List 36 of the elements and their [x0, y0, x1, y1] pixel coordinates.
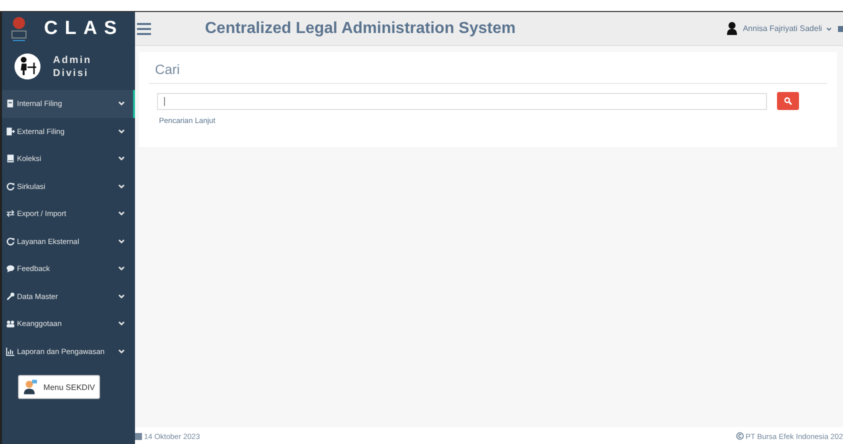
calendar-icon	[135, 432, 142, 440]
chevron-down-icon	[118, 321, 125, 326]
user-at-desk-icon	[14, 53, 41, 80]
user-role: Admin Divisi	[53, 54, 93, 80]
group-icon	[6, 319, 15, 328]
chevron-down-icon	[118, 238, 125, 244]
chevron-down-icon	[118, 184, 125, 189]
search-field[interactable]	[157, 92, 767, 110]
chevron-down-icon	[118, 294, 125, 299]
chart-icon	[6, 346, 15, 356]
refresh-icon	[6, 236, 15, 246]
chat-icon	[6, 264, 15, 274]
copyright-icon	[736, 432, 744, 440]
person-icon	[23, 379, 38, 395]
user-icon	[726, 22, 737, 35]
refresh-icon	[6, 182, 15, 191]
search-button[interactable]	[777, 92, 799, 110]
export-icon	[6, 126, 15, 136]
chevron-down-icon	[118, 348, 125, 354]
panel-title: Cari	[149, 52, 827, 84]
chevron-down-icon	[118, 101, 125, 106]
file-icon	[6, 99, 15, 108]
user-menu[interactable]: Annisa Fajriyati Sadeli	[742, 24, 822, 33]
menu-sekdiv-button[interactable]: Menu SEKDIV	[18, 375, 100, 399]
app-title: Centralized Legal Administration System	[205, 20, 517, 38]
wrench-icon	[6, 292, 15, 301]
book-icon	[6, 154, 15, 164]
chevron-down-icon	[118, 266, 125, 272]
brand-name: CLAS	[44, 18, 124, 40]
swap-icon	[6, 209, 15, 218]
menu-icon[interactable]	[137, 22, 151, 34]
chevron-down-icon	[118, 128, 125, 134]
chevron-down-icon	[118, 211, 125, 216]
chevron-down-icon	[118, 156, 125, 162]
caret-icon	[826, 26, 832, 30]
search-icon	[784, 97, 792, 105]
